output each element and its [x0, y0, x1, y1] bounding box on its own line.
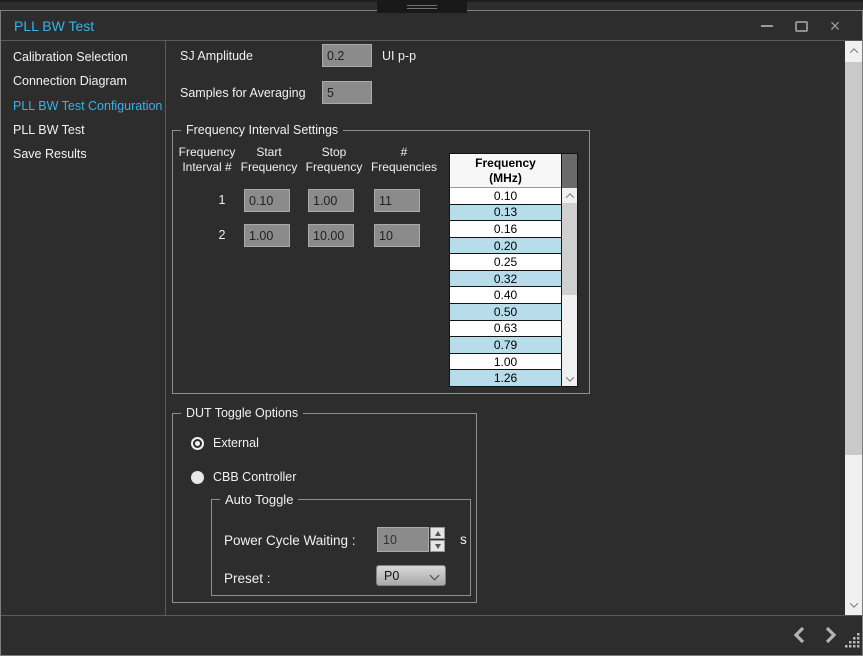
table-row[interactable]: 1.00	[450, 353, 561, 370]
auto-toggle-title: Auto Toggle	[220, 491, 298, 508]
sj-amplitude-input[interactable]	[322, 44, 372, 67]
nav-back-button[interactable]	[792, 625, 806, 650]
main-panel: SJ Amplitude UI p-p Samples for Averagin…	[166, 41, 845, 615]
sidebar-item-pll-bw-test[interactable]: PLL BW Test	[1, 118, 165, 142]
cbb-controller-radio-label: CBB Controller	[213, 470, 296, 484]
drag-handle-icon[interactable]	[377, 0, 467, 13]
minimize-button[interactable]	[750, 11, 784, 41]
table-row[interactable]: 0.32	[450, 270, 561, 287]
column-header-num-frequencies: #Frequencies	[369, 145, 439, 175]
close-icon: ×	[830, 17, 841, 35]
column-header-frequency-interval: FrequencyInterval #	[175, 145, 239, 175]
interval-1-stop-frequency-input[interactable]	[308, 189, 354, 212]
nav-back-icon	[792, 625, 806, 645]
close-button[interactable]: ×	[818, 11, 852, 41]
scrollbar-track[interactable]	[562, 188, 577, 386]
table-row[interactable]: 1.26	[450, 369, 561, 386]
samples-for-averaging-input[interactable]	[322, 81, 372, 104]
interval-1-start-frequency-input[interactable]	[244, 189, 290, 212]
sidebar-item-connection-diagram[interactable]: Connection Diagram	[1, 69, 165, 93]
maximize-button[interactable]	[784, 11, 818, 41]
table-row[interactable]: 0.13	[450, 204, 561, 221]
frequency-interval-settings-group: Frequency Interval Settings FrequencyInt…	[172, 130, 590, 394]
sidebar-item-calibration-selection[interactable]: Calibration Selection	[1, 45, 165, 69]
nav-forward-icon	[824, 625, 838, 645]
power-cycle-waiting-label: Power Cycle Waiting :	[224, 533, 356, 548]
column-header-stop-frequency: StopFrequency	[301, 145, 367, 175]
external-radio-option[interactable]: External	[191, 436, 259, 450]
sidebar: Calibration Selection Connection Diagram…	[1, 41, 166, 615]
main-scroll-up-button[interactable]	[845, 41, 862, 61]
scroll-up-icon	[849, 48, 857, 56]
column-header-start-frequency: StartFrequency	[235, 145, 303, 175]
samples-for-averaging-label: Samples for Averaging	[180, 86, 306, 100]
table-row[interactable]: 0.16	[450, 220, 561, 237]
table-row[interactable]: 0.20	[450, 237, 561, 254]
spinner-up-icon	[435, 531, 441, 536]
resize-grip-icon	[845, 633, 860, 648]
power-cycle-waiting-spinner	[377, 527, 445, 552]
pll-bw-test-window: PLL BW Test × Calibration Selection Conn…	[0, 10, 863, 656]
preset-label: Preset :	[224, 571, 271, 586]
power-cycle-waiting-unit: s	[460, 532, 467, 547]
minimize-icon	[761, 25, 773, 27]
scroll-down-icon	[849, 599, 857, 607]
spinner-up-button[interactable]	[430, 527, 445, 539]
cbb-controller-radio-option[interactable]: CBB Controller	[191, 470, 296, 484]
scrollbar-header-filler	[562, 154, 577, 188]
window-title: PLL BW Test	[1, 18, 94, 34]
frequency-table-rows: 0.10 0.13 0.16 0.20 0.25 0.32 0.40 0.50 …	[450, 188, 561, 386]
spinner-down-button[interactable]	[430, 540, 445, 552]
interval-2-num-frequencies-input[interactable]	[374, 224, 420, 247]
resize-grip[interactable]	[845, 633, 860, 653]
frequency-table-header: Frequency (MHz)	[450, 154, 561, 188]
radio-unselected-icon	[191, 471, 204, 484]
maximize-icon	[795, 21, 808, 32]
sidebar-item-pll-bw-test-configuration[interactable]: PLL BW Test Configuration	[1, 94, 165, 118]
scroll-up-button[interactable]	[562, 188, 577, 203]
dut-toggle-options-title: DUT Toggle Options	[181, 405, 303, 422]
table-row[interactable]: 0.79	[450, 336, 561, 353]
main-scrollbar-thumb[interactable]	[845, 62, 862, 455]
frequency-interval-settings-title: Frequency Interval Settings	[181, 122, 343, 139]
sidebar-item-save-results[interactable]: Save Results	[1, 142, 165, 166]
external-radio-label: External	[213, 436, 259, 450]
bottom-bar	[1, 615, 862, 655]
auto-toggle-group: Auto Toggle Power Cycle Waiting : s Pres…	[211, 499, 471, 596]
interval-1-label: 1	[213, 193, 231, 207]
sj-amplitude-label: SJ Amplitude	[180, 49, 253, 63]
dropdown-chevron-icon	[430, 571, 440, 581]
preset-dropdown[interactable]: P0	[376, 565, 446, 586]
interval-2-stop-frequency-input[interactable]	[308, 224, 354, 247]
interval-2-start-frequency-input[interactable]	[244, 224, 290, 247]
sj-amplitude-unit: UI p-p	[382, 49, 416, 63]
interval-1-num-frequencies-input[interactable]	[374, 189, 420, 212]
power-cycle-waiting-input[interactable]	[377, 527, 429, 552]
scrollbar-thumb[interactable]	[562, 203, 577, 295]
main-scroll-down-button[interactable]	[845, 595, 862, 615]
table-row[interactable]: 0.10	[450, 188, 561, 204]
radio-selected-icon	[191, 437, 204, 450]
dut-toggle-options-group: DUT Toggle Options External CBB Controll…	[172, 413, 477, 603]
table-row[interactable]: 0.40	[450, 286, 561, 303]
frequency-table: Frequency (MHz) 0.10 0.13 0.16 0.20 0.25…	[449, 153, 578, 387]
table-row[interactable]: 0.50	[450, 303, 561, 320]
interval-2-label: 2	[213, 228, 231, 242]
window-controls: ×	[750, 11, 852, 41]
nav-forward-button[interactable]	[824, 625, 838, 650]
frequency-table-scrollbar[interactable]	[561, 154, 577, 386]
scroll-up-icon	[565, 193, 573, 201]
scroll-down-icon	[565, 373, 573, 381]
main-scrollbar[interactable]	[845, 41, 862, 615]
screen: PLL BW Test × Calibration Selection Conn…	[0, 0, 863, 656]
table-row[interactable]: 0.63	[450, 320, 561, 337]
preset-dropdown-value: P0	[384, 569, 399, 583]
scroll-down-button[interactable]	[562, 371, 577, 386]
spinner-down-icon	[435, 544, 441, 549]
table-row[interactable]: 0.25	[450, 253, 561, 270]
title-bar[interactable]: PLL BW Test ×	[1, 11, 862, 41]
